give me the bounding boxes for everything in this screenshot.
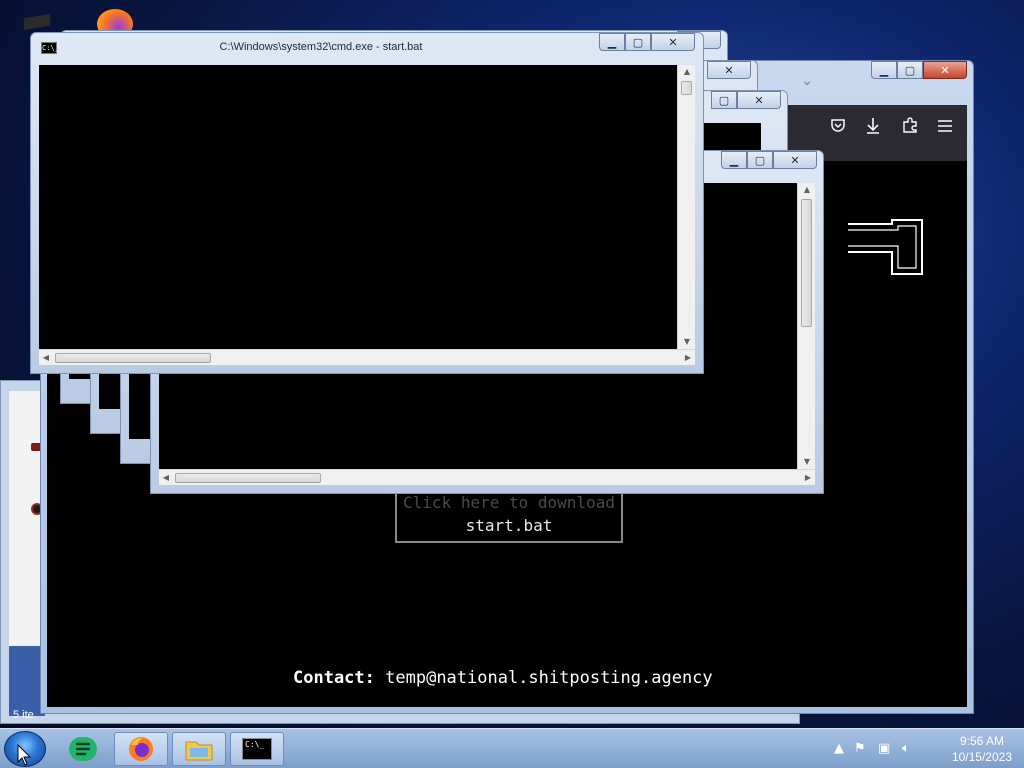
- minimize-button[interactable]: ▁: [599, 33, 625, 51]
- site-logo-fragment: [848, 219, 923, 275]
- firefox-icon: [129, 737, 153, 761]
- download-filename: start.bat: [465, 516, 553, 535]
- window-controls: ▁ ▢ ✕: [871, 61, 967, 79]
- close-button[interactable]: ✕: [707, 61, 751, 79]
- scroll-left-arrow-icon[interactable]: ◀: [39, 350, 53, 366]
- scroll-thumb[interactable]: [175, 473, 321, 483]
- scroll-up-arrow-icon[interactable]: ▲: [678, 65, 696, 79]
- network-icon[interactable]: ▣: [878, 741, 890, 756]
- close-button[interactable]: ✕: [651, 33, 695, 51]
- folder-icon: [185, 741, 213, 761]
- scroll-up-arrow-icon[interactable]: ▲: [798, 183, 816, 197]
- clock[interactable]: 9:56 AM 10/15/2023: [952, 733, 1012, 765]
- system-tray: ▲ ⚑ ▣ 🔈︎ 9:56 AM 10/15/2023: [834, 729, 1024, 768]
- pocket-icon[interactable]: [827, 117, 849, 139]
- clock-time: 9:56 AM: [959, 734, 1004, 748]
- chevron-down-icon[interactable]: ⌄: [801, 73, 813, 89]
- show-hidden-icons-icon[interactable]: ▲: [834, 741, 844, 756]
- scroll-thumb[interactable]: [681, 81, 692, 95]
- mouse-cursor-icon: [17, 744, 31, 766]
- maximize-button[interactable]: ▢: [747, 151, 773, 169]
- scroll-down-arrow-icon[interactable]: ▼: [678, 335, 696, 349]
- taskbar-file-explorer[interactable]: [172, 732, 226, 766]
- close-button[interactable]: ✕: [923, 61, 967, 79]
- scroll-left-arrow-icon[interactable]: ◀: [159, 470, 173, 486]
- taskbar: C:\_ ▲ ⚑ ▣ 🔈︎ 9:56 AM 10/15/2023: [0, 728, 1024, 768]
- scroll-right-arrow-icon[interactable]: ▶: [681, 350, 695, 366]
- contact-email[interactable]: temp@national.shitposting.agency: [385, 668, 713, 688]
- download-icon[interactable]: [862, 117, 884, 139]
- scroll-thumb[interactable]: [55, 353, 211, 363]
- minimize-button[interactable]: ▁: [871, 61, 897, 79]
- volume-icon[interactable]: 🔈︎: [902, 741, 910, 756]
- sheets-icon: [69, 737, 97, 761]
- download-link[interactable]: Click here to download start.bat: [395, 490, 623, 543]
- console-output: [39, 65, 677, 349]
- cmd-window-front: C:\_ C:\Windows\system32\cmd.exe - start…: [30, 32, 704, 374]
- horizontal-scrollbar[interactable]: ◀ ▶: [39, 349, 695, 365]
- maximize-button[interactable]: ▢: [625, 33, 651, 51]
- maximize-button[interactable]: ▢: [711, 91, 737, 109]
- taskbar-firefox[interactable]: [114, 732, 168, 766]
- download-label: Click here to download: [403, 493, 615, 512]
- window-title: C:\Windows\system32\cmd.exe - start.bat: [219, 41, 423, 53]
- taskbar-cmd[interactable]: C:\_: [230, 732, 284, 766]
- scroll-down-arrow-icon[interactable]: ▼: [798, 455, 816, 469]
- contact-line: Contact: temp@national.shitposting.agenc…: [293, 668, 713, 688]
- action-center-flag-icon[interactable]: ⚑: [854, 741, 866, 756]
- minimize-button[interactable]: ▁: [721, 151, 747, 169]
- maximize-button[interactable]: ▢: [897, 61, 923, 79]
- menu-icon[interactable]: [934, 117, 956, 139]
- vertical-scrollbar[interactable]: ▲ ▼: [797, 183, 815, 469]
- close-button[interactable]: ✕: [773, 151, 817, 169]
- clock-date: 10/15/2023: [951, 750, 1012, 764]
- status-bar-text: 5 ite: [13, 709, 34, 721]
- scroll-right-arrow-icon[interactable]: ▶: [801, 470, 815, 486]
- horizontal-scrollbar[interactable]: ◀ ▶: [159, 469, 815, 485]
- scroll-thumb[interactable]: [801, 199, 812, 327]
- close-button[interactable]: ✕: [737, 91, 781, 109]
- cmd-icon: C:\_: [41, 42, 59, 54]
- taskbar-sheets-app[interactable]: [56, 732, 110, 766]
- vertical-scrollbar[interactable]: ▲ ▼: [677, 65, 695, 349]
- extensions-icon[interactable]: [899, 117, 921, 139]
- contact-label: Contact:: [293, 668, 375, 688]
- cmd-icon: C:\_: [242, 738, 272, 760]
- hat-icon: [24, 13, 50, 31]
